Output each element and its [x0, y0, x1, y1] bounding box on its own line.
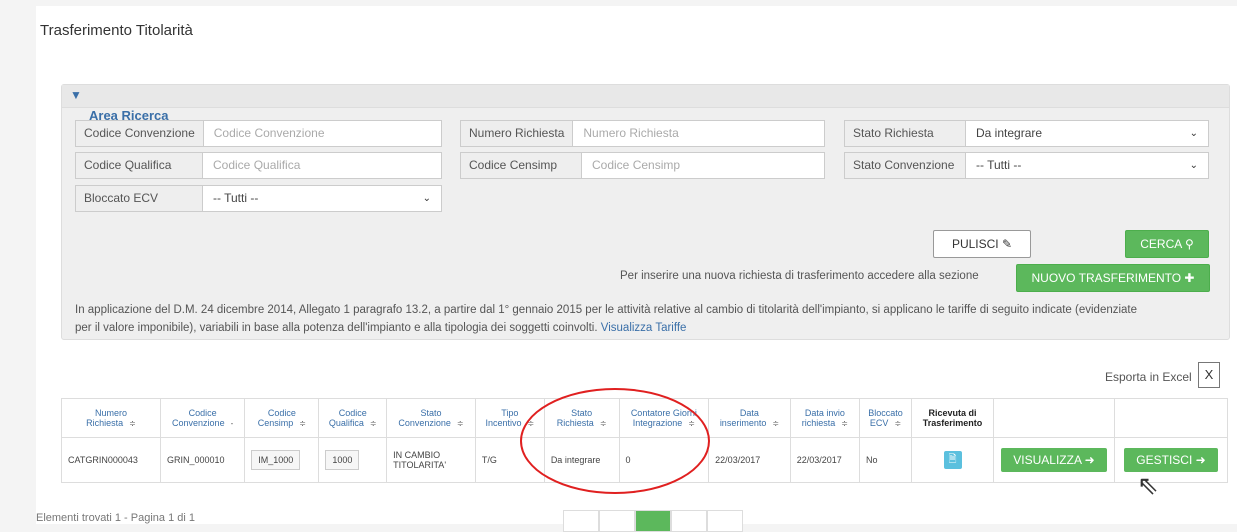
col-action-1: [993, 398, 1115, 438]
numero-richiesta-field[interactable]: Numero Richiesta Numero Richiesta: [460, 120, 825, 147]
col-stato-convenzione[interactable]: Stato Convenzione ≑: [386, 398, 476, 438]
search-button[interactable]: CERCA ⚲: [1125, 230, 1209, 258]
reset-button[interactable]: PULISCI ✎: [933, 230, 1031, 258]
qualifica-value: 1000: [325, 450, 360, 470]
stato-richiesta-label: Stato Richiesta: [845, 121, 966, 146]
col-data-invio[interactable]: Data invio richiesta ≑: [789, 398, 861, 438]
codice-qualifica-label: Codice Qualifica: [76, 153, 203, 178]
col-codice-qualifica[interactable]: Codice Qualifica ≑: [318, 398, 388, 438]
codice-qualifica-field[interactable]: Codice Qualifica Codice Qualifica: [75, 152, 442, 179]
pager-prev2[interactable]: [599, 510, 635, 532]
codice-censimp-label: Codice Censimp: [461, 153, 582, 178]
pager-prev[interactable]: [563, 510, 599, 532]
chevron-down-icon: ⌄: [1189, 128, 1198, 139]
cell-qualifica: 1000: [318, 437, 388, 483]
stato-convenzione-select[interactable]: -- Tutti -- ⌄: [966, 153, 1208, 178]
highlight-circle: [520, 388, 710, 494]
stato-richiesta-select[interactable]: Da integrare ⌄: [966, 121, 1208, 146]
stato-convenzione-value: -- Tutti --: [976, 158, 1022, 172]
tariff-note-line2-wrap: per il valore imponibile), variabili in …: [75, 322, 686, 334]
censimp-value: IM_1000: [251, 450, 301, 470]
manage-button[interactable]: GESTISCI ➜: [1124, 448, 1218, 472]
pager-next2[interactable]: [707, 510, 743, 532]
pager-current[interactable]: [635, 510, 671, 532]
new-transfer-button[interactable]: NUOVO TRASFERIMENTO ✚: [1016, 264, 1210, 292]
stato-richiesta-field[interactable]: Stato Richiesta Da integrare ⌄: [844, 120, 1209, 147]
bloccato-ecv-field[interactable]: Bloccato ECV -- Tutti -- ⌄: [75, 185, 442, 212]
numero-richiesta-label: Numero Richiesta: [461, 121, 574, 146]
codice-convenzione-input[interactable]: Codice Convenzione: [204, 121, 441, 146]
cell-stato-conv: IN CAMBIO TITOLARITA': [386, 437, 476, 483]
cell-censimp: IM_1000: [244, 437, 320, 483]
eraser-icon: ✎: [1001, 237, 1013, 251]
codice-qualifica-input[interactable]: Codice Qualifica: [203, 153, 441, 178]
reset-label: PULISCI: [951, 237, 999, 251]
col-action-2: [1114, 398, 1228, 438]
cell-gestisci: GESTISCI ➜: [1114, 437, 1228, 483]
search-label: CERCA: [1140, 237, 1182, 251]
plus-icon: ✚: [1184, 271, 1195, 285]
codice-censimp-field[interactable]: Codice Censimp Codice Censimp: [460, 152, 825, 179]
export-excel-link[interactable]: Esporta in Excel: [1105, 370, 1192, 384]
cell-convenzione: GRIN_000010: [159, 437, 246, 483]
view-button[interactable]: VISUALIZZA ➜: [1001, 448, 1107, 472]
codice-convenzione-label: Codice Convenzione: [76, 121, 204, 146]
tariff-note-line1: In applicazione del D.M. 24 dicembre 201…: [75, 304, 1138, 316]
stato-convenzione-label: Stato Convenzione: [845, 153, 966, 178]
cell-bloccato: No: [859, 437, 913, 483]
tariff-note-line2: per il valore imponibile), variabili in …: [75, 322, 598, 334]
col-codice-censimp[interactable]: Codice Censimp ≑: [244, 398, 320, 438]
pdf-icon[interactable]: 🗎: [943, 451, 962, 469]
cell-data-inserimento: 22/03/2017: [708, 437, 791, 483]
panel-header[interactable]: ▼: [62, 85, 1229, 108]
chevron-down-icon: ⌄: [1189, 160, 1198, 171]
cell-visualizza: VISUALIZZA ➜: [993, 437, 1115, 483]
bloccato-ecv-select[interactable]: -- Tutti -- ⌄: [203, 186, 441, 211]
pagination: [563, 510, 743, 532]
pager-next[interactable]: [671, 510, 707, 532]
codice-censimp-input[interactable]: Codice Censimp: [582, 153, 824, 178]
stato-richiesta-value: Da integrare: [976, 126, 1043, 140]
cell-numero: CATGRIN000043: [61, 437, 161, 483]
results-footer: Elementi trovati 1 - Pagina 1 di 1: [36, 512, 195, 524]
stato-convenzione-field[interactable]: Stato Convenzione -- Tutti -- ⌄: [844, 152, 1209, 179]
col-bloccato-ecv[interactable]: Bloccato ECV ≑: [859, 398, 913, 438]
new-transfer-note: Per inserire una nuova richiesta di tras…: [620, 270, 979, 282]
tariff-link[interactable]: Visualizza Tariffe: [601, 322, 687, 334]
col-ricevuta: Ricevuta di Trasferimento: [911, 398, 994, 438]
numero-richiesta-input[interactable]: Numero Richiesta: [573, 121, 824, 146]
excel-icon[interactable]: X: [1198, 362, 1220, 388]
codice-convenzione-field[interactable]: Codice Convenzione Codice Convenzione: [75, 120, 442, 147]
search-icon: ⚲: [1184, 237, 1194, 251]
new-transfer-label: NUOVO TRASFERIMENTO: [1031, 271, 1182, 285]
col-numero-richiesta[interactable]: Numero Richiesta ≑: [61, 398, 161, 438]
bloccato-ecv-label: Bloccato ECV: [76, 186, 203, 211]
chevron-down-icon[interactable]: ▼: [70, 88, 82, 102]
bloccato-ecv-value: -- Tutti --: [213, 191, 259, 205]
page-title: Trasferimento Titolarità: [40, 22, 193, 39]
chevron-down-icon: ⌄: [422, 193, 431, 204]
mouse-pointer-icon: ⇖: [1137, 470, 1159, 500]
cell-data-invio: 22/03/2017: [789, 437, 861, 483]
col-data-inserimento[interactable]: Data inserimento ≑: [708, 398, 791, 438]
col-codice-convenzione[interactable]: Codice Convenzione -: [159, 398, 246, 438]
cell-ricevuta: 🗎: [911, 437, 994, 483]
